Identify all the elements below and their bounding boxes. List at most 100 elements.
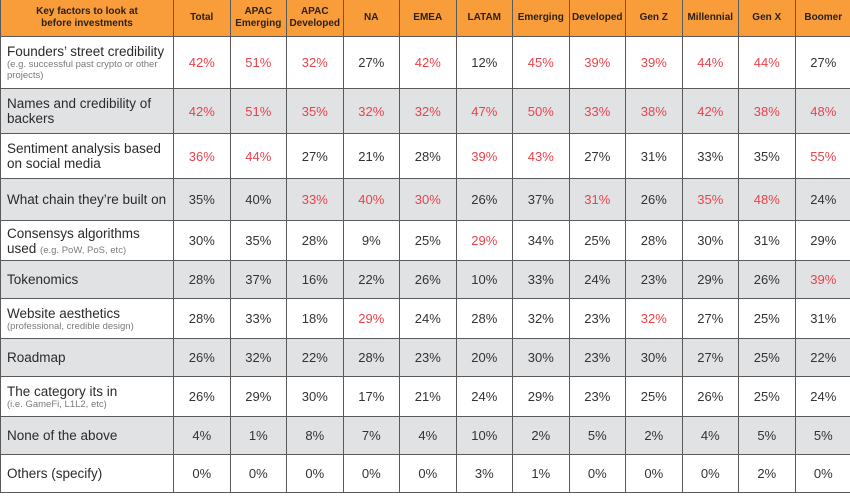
value-cell: 28% (342, 338, 400, 377)
value-cell: 29% (342, 298, 400, 339)
value-cell: 23% (568, 376, 626, 417)
value-cell: 25% (625, 376, 683, 417)
value-cell: 25% (568, 220, 626, 261)
factor-cell: Consensys algorithms used (e.g. PoW, PoS… (0, 220, 174, 261)
factor-cell: None of the above (0, 416, 174, 455)
value-cell: 51% (229, 36, 287, 89)
table-row: Consensys algorithms used (e.g. PoW, PoS… (0, 220, 850, 261)
value-cell: 26% (738, 260, 796, 299)
value-cell: 33% (229, 298, 287, 339)
value-cell: 4% (681, 416, 739, 455)
table-body: Founders’ street credibility (e.g. succes… (0, 36, 850, 493)
value-cell: 29% (512, 376, 570, 417)
header-line: APAC (300, 6, 329, 17)
value-cell: 40% (342, 178, 400, 221)
value-cell: 37% (512, 178, 570, 221)
value-cell: 23% (625, 260, 683, 299)
value-cell: 0% (173, 454, 231, 493)
value-cell: 32% (286, 36, 344, 89)
value-cell: 29% (229, 376, 287, 417)
value-cell: 39% (568, 36, 626, 89)
value-cell: 32% (625, 298, 683, 339)
header-line: APAC (244, 6, 273, 17)
value-cell: 12% (455, 36, 513, 89)
value-cell: 48% (794, 88, 850, 134)
value-cell: 32% (342, 88, 400, 134)
value-cell: 23% (399, 338, 457, 377)
value-cell: 23% (568, 338, 626, 377)
value-cell: 30% (681, 220, 739, 261)
factor-note: (i.e. GameFi, L1L2, etc) (7, 398, 107, 410)
value-cell: 0% (568, 454, 626, 493)
value-cell: 42% (173, 88, 231, 134)
value-cell: 4% (399, 416, 457, 455)
factor-label: What chain they’re built on (7, 192, 167, 207)
value-cell: 0% (342, 454, 400, 493)
value-cell: 39% (455, 133, 513, 179)
value-cell: 23% (568, 298, 626, 339)
value-cell: 29% (455, 220, 513, 261)
value-cell: 37% (229, 260, 287, 299)
value-cell: 28% (173, 298, 231, 339)
value-cell: 5% (568, 416, 626, 455)
value-cell: 20% (455, 338, 513, 377)
value-cell: 31% (794, 298, 850, 339)
factor-cell: Others (specify) (0, 454, 174, 493)
header-line: Emerging (235, 18, 282, 29)
header-na: NA (342, 0, 400, 37)
value-cell: 18% (286, 298, 344, 339)
value-cell: 27% (681, 338, 739, 377)
value-cell: 38% (738, 88, 796, 134)
value-cell: 33% (681, 133, 739, 179)
value-cell: 35% (173, 178, 231, 221)
value-cell: 3% (455, 454, 513, 493)
header-emerging: Emerging (512, 0, 570, 37)
value-cell: 0% (229, 454, 287, 493)
header-apac-developed: APAC Developed (286, 0, 344, 37)
value-cell: 21% (342, 133, 400, 179)
value-cell: 22% (286, 338, 344, 377)
value-cell: 26% (625, 178, 683, 221)
value-cell: 32% (512, 298, 570, 339)
value-cell: 50% (512, 88, 570, 134)
value-cell: 32% (399, 88, 457, 134)
value-cell: 33% (286, 178, 344, 221)
factor-cell: Founders’ street credibility (e.g. succes… (0, 36, 174, 89)
value-cell: 7% (342, 416, 400, 455)
factor-label: Tokenomics (7, 272, 79, 287)
value-cell: 35% (229, 220, 287, 261)
value-cell: 35% (286, 88, 344, 134)
value-cell: 30% (399, 178, 457, 221)
value-cell: 26% (173, 338, 231, 377)
value-cell: 39% (794, 260, 850, 299)
value-cell: 42% (681, 88, 739, 134)
factor-cell: What chain they’re built on (0, 178, 174, 221)
value-cell: 1% (229, 416, 287, 455)
value-cell: 27% (342, 36, 400, 89)
value-cell: 33% (512, 260, 570, 299)
value-cell: 32% (229, 338, 287, 377)
value-cell: 24% (794, 178, 850, 221)
value-cell: 42% (399, 36, 457, 89)
value-cell: 0% (794, 454, 850, 493)
value-cell: 28% (625, 220, 683, 261)
value-cell: 2% (625, 416, 683, 455)
value-cell: 39% (625, 36, 683, 89)
header-gen-x: Gen X (738, 0, 796, 37)
value-cell: 29% (794, 220, 850, 261)
table-row: What chain they’re built on 35% 40% 33% 40% 3… (0, 178, 850, 221)
header-row: Key factors to look at before investments… (0, 0, 850, 37)
value-cell: 44% (738, 36, 796, 89)
header-latam: LATAM (455, 0, 513, 37)
value-cell: 35% (681, 178, 739, 221)
value-cell: 27% (286, 133, 344, 179)
value-cell: 1% (512, 454, 570, 493)
factor-note: (professional, credible design) (7, 320, 134, 332)
value-cell: 0% (681, 454, 739, 493)
value-cell: 30% (512, 338, 570, 377)
value-cell: 16% (286, 260, 344, 299)
value-cell: 47% (455, 88, 513, 134)
value-cell: 28% (455, 298, 513, 339)
value-cell: 10% (455, 260, 513, 299)
value-cell: 31% (625, 133, 683, 179)
